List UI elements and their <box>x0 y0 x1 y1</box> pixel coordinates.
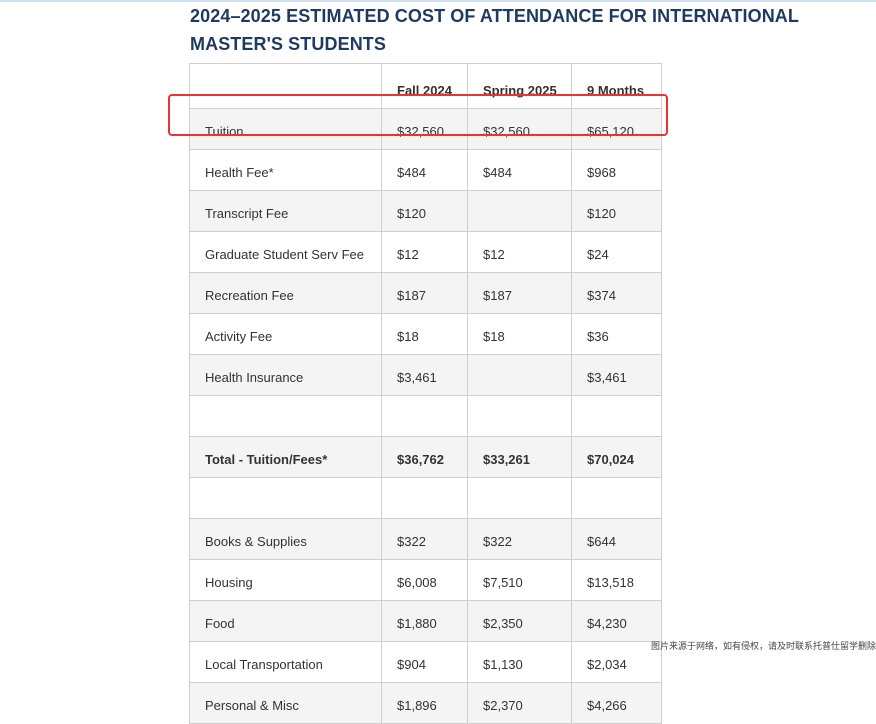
cell-fall: $187 <box>381 272 468 314</box>
row-label: Graduate Student Serv Fee <box>189 231 382 273</box>
cell-fall: $904 <box>381 641 468 683</box>
cell-9months: $644 <box>571 518 662 560</box>
row-label: Activity Fee <box>189 313 382 355</box>
table-row: Activity Fee $18 $18 $36 <box>189 313 662 355</box>
cell-fall: $322 <box>381 518 468 560</box>
table-row: Recreation Fee $187 $187 $374 <box>189 272 662 314</box>
cell-spring <box>467 477 572 519</box>
cell-9months: $2,034 <box>571 641 662 683</box>
cell-9months: $4,266 <box>571 682 662 724</box>
cell-9months: $374 <box>571 272 662 314</box>
cell-9months <box>571 395 662 437</box>
row-label: Recreation Fee <box>189 272 382 314</box>
row-label: Total - Tuition/Fees* <box>189 436 382 478</box>
cell-spring: $12 <box>467 231 572 273</box>
cell-9months: $36 <box>571 313 662 355</box>
row-label: Books & Supplies <box>189 518 382 560</box>
cost-table: Fall 2024 Spring 2025 9 Months Tuition $… <box>189 63 662 724</box>
cell-spring: $484 <box>467 149 572 191</box>
table-row: Health Insurance $3,461 $3,461 <box>189 354 662 396</box>
cell-spring: $322 <box>467 518 572 560</box>
cell-9months: $24 <box>571 231 662 273</box>
cell-fall: $3,461 <box>381 354 468 396</box>
table-row: Health Fee* $484 $484 $968 <box>189 149 662 191</box>
cell-9months <box>571 477 662 519</box>
cell-spring: $33,261 <box>467 436 572 478</box>
table-row: Local Transportation $904 $1,130 $2,034 <box>189 641 662 683</box>
cell-spring: $187 <box>467 272 572 314</box>
table-row-spacer <box>189 395 662 437</box>
table-row-spacer <box>189 477 662 519</box>
row-label: Local Transportation <box>189 641 382 683</box>
row-label: Food <box>189 600 382 642</box>
cell-9months: $13,518 <box>571 559 662 601</box>
cell-9months: $120 <box>571 190 662 232</box>
page-title: 2024–2025 ESTIMATED COST OF ATTENDANCE F… <box>190 6 799 54</box>
cell-fall: $1,880 <box>381 600 468 642</box>
table-row: Housing $6,008 $7,510 $13,518 <box>189 559 662 601</box>
row-label: Transcript Fee <box>189 190 382 232</box>
table-row-total: Total - Tuition/Fees* $36,762 $33,261 $7… <box>189 436 662 478</box>
tuition-highlight-box <box>168 94 668 136</box>
table-row: Personal & Misc $1,896 $2,370 $4,266 <box>189 682 662 724</box>
cell-spring: $2,350 <box>467 600 572 642</box>
cell-9months: $70,024 <box>571 436 662 478</box>
row-label: Housing <box>189 559 382 601</box>
cell-fall: $18 <box>381 313 468 355</box>
row-label: Health Fee* <box>189 149 382 191</box>
cell-9months: $968 <box>571 149 662 191</box>
cell-fall <box>381 477 468 519</box>
row-label: Health Insurance <box>189 354 382 396</box>
cell-spring: $18 <box>467 313 572 355</box>
cell-spring <box>467 395 572 437</box>
row-label: Personal & Misc <box>189 682 382 724</box>
cell-fall: $1,896 <box>381 682 468 724</box>
cell-9months: $3,461 <box>571 354 662 396</box>
cell-fall: $12 <box>381 231 468 273</box>
cell-9months: $4,230 <box>571 600 662 642</box>
cell-spring: $2,370 <box>467 682 572 724</box>
cell-spring: $1,130 <box>467 641 572 683</box>
cell-fall: $6,008 <box>381 559 468 601</box>
row-label <box>189 395 382 437</box>
watermark-text: 图片来源于网络，如有侵权，请及时联系托普仕留学删除 <box>650 642 876 652</box>
table-row: Books & Supplies $322 $322 $644 <box>189 518 662 560</box>
cell-fall: $36,762 <box>381 436 468 478</box>
cell-spring: $7,510 <box>467 559 572 601</box>
cell-fall <box>381 395 468 437</box>
cell-spring <box>467 190 572 232</box>
cell-spring <box>467 354 572 396</box>
table-row: Food $1,880 $2,350 $4,230 <box>189 600 662 642</box>
row-label <box>189 477 382 519</box>
cell-fall: $120 <box>381 190 468 232</box>
cell-fall: $484 <box>381 149 468 191</box>
table-row: Graduate Student Serv Fee $12 $12 $24 <box>189 231 662 273</box>
table-row: Transcript Fee $120 $120 <box>189 190 662 232</box>
